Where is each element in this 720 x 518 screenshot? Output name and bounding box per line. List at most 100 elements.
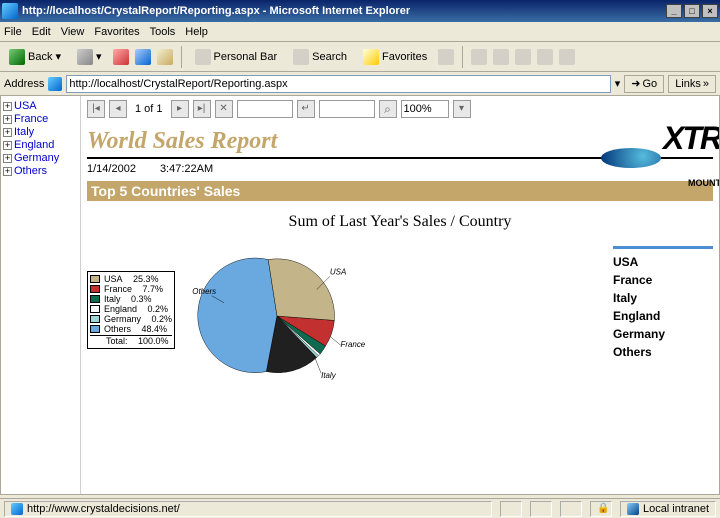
expand-icon[interactable]: + <box>3 115 12 124</box>
expand-icon[interactable]: + <box>3 128 12 137</box>
side-item[interactable]: England <box>613 309 713 323</box>
legend-swatch <box>90 315 100 323</box>
status-slot <box>560 501 582 517</box>
maximize-button[interactable]: □ <box>684 4 700 18</box>
legend-total-label: Total: <box>106 336 128 346</box>
address-label: Address <box>4 78 44 90</box>
legend-swatch <box>90 295 100 303</box>
last-page-button[interactable]: ▸| <box>193 100 211 118</box>
pie-chart: USA France Italy Others <box>187 241 367 391</box>
prev-page-button[interactable]: ◂ <box>109 100 127 118</box>
window-title: http://localhost/CrystalReport/Reporting… <box>22 5 410 17</box>
history-icon[interactable] <box>438 49 454 65</box>
forward-arrow-icon <box>77 49 93 65</box>
report-toolbar: |◂ ◂ 1 of 1 ▸ ▸| ✕ ↵ ⌕ ▾ <box>87 100 713 118</box>
side-item[interactable]: Others <box>613 345 713 359</box>
legend-row: Others 48.4% <box>90 324 172 334</box>
personal-bar-button[interactable]: Personal Bar <box>190 46 283 68</box>
menu-favorites[interactable]: Favorites <box>94 26 139 38</box>
first-page-button[interactable]: |◂ <box>87 100 105 118</box>
search-icon <box>293 49 309 65</box>
stop-load-button[interactable]: ✕ <box>215 100 233 118</box>
expand-icon[interactable]: + <box>3 141 12 150</box>
slice-label-france: France <box>341 340 366 349</box>
next-page-button[interactable]: ▸ <box>171 100 189 118</box>
legend-swatch <box>90 305 100 313</box>
address-dropdown-icon[interactable]: ▾ <box>615 77 621 90</box>
menu-file[interactable]: File <box>4 26 22 38</box>
search-text-input[interactable] <box>319 100 375 118</box>
side-item[interactable]: France <box>613 273 713 287</box>
legend-pct: 25.3% <box>133 274 159 284</box>
back-button[interactable]: Back ▾ <box>4 46 66 68</box>
tree-item-label: England <box>14 139 54 151</box>
legend-pct: 0.3% <box>131 294 152 304</box>
ie-small-icon <box>11 503 23 515</box>
back-label: Back <box>28 51 52 63</box>
side-item[interactable]: Germany <box>613 327 713 341</box>
logo-text: XTR <box>663 120 719 156</box>
menu-edit[interactable]: Edit <box>32 26 51 38</box>
zoom-dropdown-button[interactable]: ▾ <box>453 100 471 118</box>
expand-icon[interactable]: + <box>3 167 12 176</box>
search-button[interactable]: Search <box>288 46 352 68</box>
tree-item[interactable]: +France <box>3 113 78 125</box>
mail-icon[interactable] <box>471 49 487 65</box>
menu-view[interactable]: View <box>61 26 85 38</box>
legend-name: England <box>104 304 137 314</box>
menu-help[interactable]: Help <box>185 26 208 38</box>
tree-item[interactable]: +USA <box>3 100 78 112</box>
legend-name: Italy <box>104 294 121 304</box>
links-button[interactable]: Links » <box>668 75 716 93</box>
minimize-button[interactable]: _ <box>666 4 682 18</box>
tree-item[interactable]: +Others <box>3 165 78 177</box>
menu-tools[interactable]: Tools <box>150 26 176 38</box>
report-pane: |◂ ◂ 1 of 1 ▸ ▸| ✕ ↵ ⌕ ▾ XTR MOUNT World… <box>81 96 719 494</box>
legend-pct: 0.2% <box>148 304 169 314</box>
group-tree: +USA +France +Italy +England +Germany +O… <box>1 96 81 494</box>
tree-item[interactable]: +Italy <box>3 126 78 138</box>
forward-button[interactable]: ▾ <box>72 46 107 68</box>
goto-page-button[interactable]: ↵ <box>297 100 315 118</box>
pager-text: 1 of 1 <box>135 103 163 115</box>
chevron-right-icon: » <box>703 78 709 90</box>
edit-icon[interactable] <box>515 49 531 65</box>
expand-icon[interactable]: + <box>3 154 12 163</box>
tree-item-label: France <box>14 113 48 125</box>
legend-row: Italy 0.3% <box>90 294 172 304</box>
stop-icon[interactable] <box>113 49 129 65</box>
find-button[interactable]: ⌕ <box>379 100 397 118</box>
legend-swatch <box>90 285 100 293</box>
go-button[interactable]: ➜ Go <box>624 75 664 93</box>
zoom-input[interactable] <box>401 100 449 118</box>
page-content: +USA +France +Italy +England +Germany +O… <box>0 96 720 495</box>
side-item[interactable]: USA <box>613 255 713 269</box>
refresh-icon[interactable] <box>135 49 151 65</box>
sidebar-accent-bar <box>613 246 713 249</box>
logo-subtext: MOUNT <box>688 178 719 188</box>
status-slot <box>530 501 552 517</box>
browser-toolbar: Back ▾ ▾ Personal Bar Search Favorites <box>0 42 720 72</box>
address-input[interactable] <box>66 75 610 93</box>
page-icon <box>48 77 62 91</box>
tree-item[interactable]: +Germany <box>3 152 78 164</box>
favorites-button[interactable]: Favorites <box>358 46 432 68</box>
close-button[interactable]: × <box>702 4 718 18</box>
slice-label-italy: Italy <box>321 371 337 380</box>
legend-name: Others <box>104 324 131 334</box>
legend-pct: 48.4% <box>142 324 168 334</box>
home-icon[interactable] <box>157 49 173 65</box>
favorites-label: Favorites <box>382 51 427 63</box>
window-title-bar: http://localhost/CrystalReport/Reporting… <box>0 0 720 22</box>
side-item[interactable]: Italy <box>613 291 713 305</box>
discuss-icon[interactable] <box>537 49 553 65</box>
tree-item[interactable]: +England <box>3 139 78 151</box>
status-bar: http://www.crystaldecisions.net/ 🔒 Local… <box>0 498 720 518</box>
expand-icon[interactable]: + <box>3 102 12 111</box>
messenger-icon[interactable] <box>559 49 575 65</box>
print-icon[interactable] <box>493 49 509 65</box>
zone-icon <box>627 503 639 515</box>
country-sidebar-list: USA France Italy England Germany Others <box>613 246 713 363</box>
legend-total-row: Total: 100.0% <box>90 335 172 346</box>
goto-page-input[interactable] <box>237 100 293 118</box>
